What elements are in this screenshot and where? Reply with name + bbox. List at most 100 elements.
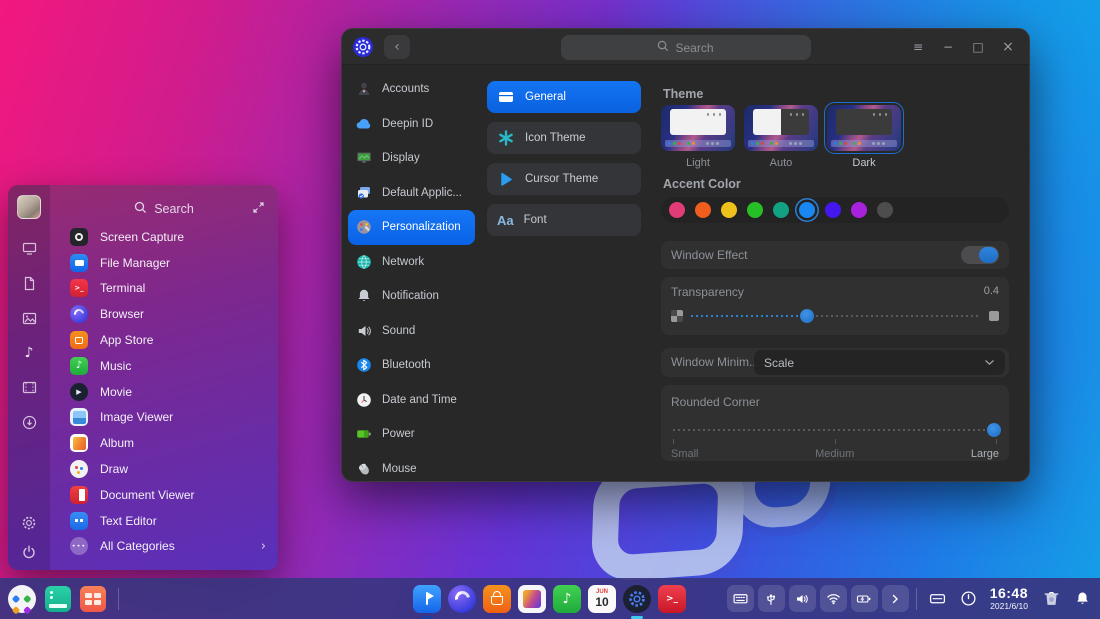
app-row-document-viewer[interactable]: Document Viewer	[50, 482, 278, 508]
keyboard-layout-icon[interactable]	[727, 585, 754, 612]
sidebar-item-display[interactable]: Display	[348, 141, 475, 176]
fullscreen-launcher-button[interactable]	[248, 197, 268, 217]
dock-music[interactable]: ♪	[553, 585, 581, 613]
app-row-image-viewer[interactable]: Image Viewer	[50, 405, 278, 431]
back-button[interactable]: ‹	[384, 35, 410, 59]
default-apps-icon	[355, 184, 373, 202]
clock[interactable]: 16:48 2021/6/10	[990, 586, 1028, 611]
settings-search-placeholder: Search	[675, 41, 713, 55]
dock-control-center[interactable]	[623, 585, 651, 613]
app-row-text-editor[interactable]: Text Editor	[50, 508, 278, 534]
app-row-app-store[interactable]: App Store	[50, 327, 278, 353]
maximize-button[interactable]: □	[963, 35, 993, 59]
shutdown-icon[interactable]	[955, 585, 982, 612]
dock-app-store[interactable]	[483, 585, 511, 613]
rounded-corner-slider-handle[interactable]	[987, 423, 1001, 437]
draw-icon	[70, 460, 88, 478]
sidebar-item-default-applications[interactable]: Default Applic...	[348, 176, 475, 211]
gear-icon	[627, 589, 647, 609]
pictures-icon[interactable]	[22, 311, 37, 326]
app-row-album[interactable]: Album	[50, 430, 278, 456]
rounded-corner-slider[interactable]	[671, 423, 999, 437]
sidebar-item-sound[interactable]: Sound	[348, 314, 475, 349]
theme-option-dark[interactable]	[827, 105, 901, 151]
sidebar-item-network[interactable]: Network	[348, 245, 475, 280]
show-desktop-button[interactable]	[45, 586, 71, 612]
accent-swatch-pink[interactable]	[669, 202, 685, 218]
sidebar-item-deepin-id[interactable]: Deepin ID	[348, 107, 475, 142]
subnav-item-general[interactable]: General	[487, 81, 641, 113]
all-categories-row[interactable]: ••• All Categories ›	[50, 534, 278, 560]
onscreen-keyboard-icon[interactable]	[924, 585, 951, 612]
sidebar-item-accounts[interactable]: Accounts	[348, 72, 475, 107]
music-icon: ♪	[70, 357, 88, 375]
subnav-item-cursor-theme[interactable]: Cursor Theme	[487, 163, 641, 195]
tray-expand-button[interactable]	[882, 585, 909, 612]
dock-terminal[interactable]: >_	[658, 585, 686, 613]
minimize-button[interactable]: −	[933, 35, 963, 59]
desktop-icon[interactable]	[22, 241, 37, 256]
documents-icon[interactable]	[22, 276, 37, 291]
minimize-effect-dropdown[interactable]: Scale	[754, 350, 1005, 375]
music-folder-icon[interactable]: ♪	[25, 346, 34, 360]
app-row-file-manager[interactable]: File Manager	[50, 250, 278, 276]
dock-calendar[interactable]: JUN 10	[588, 585, 616, 613]
app-row-movie[interactable]: ▶Movie	[50, 379, 278, 405]
trash-icon[interactable]	[1038, 585, 1065, 612]
dock-separator	[118, 588, 119, 610]
accent-swatch-gray[interactable]	[877, 202, 893, 218]
user-avatar[interactable]	[17, 195, 41, 219]
dock-browser[interactable]	[448, 585, 476, 613]
multitasking-view-button[interactable]	[80, 586, 106, 612]
search-icon	[134, 201, 147, 217]
sidebar-item-power[interactable]: Power	[348, 417, 475, 452]
notification-bell-icon[interactable]	[1069, 585, 1096, 612]
menu-button[interactable]: ≡	[903, 35, 933, 59]
theme-option-light[interactable]	[661, 105, 735, 151]
accent-swatch-blue-selected[interactable]	[799, 202, 815, 218]
titlebar[interactable]: ‹ Search ≡ − □ ×	[342, 29, 1029, 65]
clock-time: 16:48	[990, 586, 1028, 600]
close-button[interactable]: ×	[993, 35, 1023, 59]
dock-image-viewer[interactable]	[518, 585, 546, 613]
accent-swatch-orange[interactable]	[695, 202, 711, 218]
theme-heading: Theme	[663, 87, 703, 101]
app-row-browser[interactable]: Browser	[50, 301, 278, 327]
usb-device-icon[interactable]	[758, 585, 785, 612]
sidebar-item-mouse[interactable]: Mouse	[348, 452, 475, 483]
general-settings-content: Theme Light Auto Dark Accent Color	[661, 65, 1009, 481]
app-row-screen-capture[interactable]: Screen Capture	[50, 224, 278, 250]
sidebar-item-personalization[interactable]: Personalization	[348, 210, 475, 245]
transparency-slider[interactable]	[691, 309, 981, 323]
power-shortcut-icon[interactable]	[21, 544, 37, 560]
settings-shortcut-icon[interactable]	[21, 515, 37, 531]
launcher-button[interactable]	[8, 585, 36, 613]
sidebar-item-bluetooth[interactable]: Bluetooth	[348, 348, 475, 383]
accent-swatch-teal[interactable]	[773, 202, 789, 218]
transparency-slider-handle[interactable]	[800, 309, 814, 323]
app-row-terminal[interactable]: >_Terminal	[50, 276, 278, 302]
sidebar-item-notification[interactable]: Notification	[348, 279, 475, 314]
control-center-window: ‹ Search ≡ − □ × Accounts Deepin ID Disp…	[341, 28, 1030, 482]
battery-icon[interactable]	[851, 585, 878, 612]
videos-icon[interactable]	[22, 380, 37, 395]
accent-swatch-purple[interactable]	[851, 202, 867, 218]
accent-swatch-indigo[interactable]	[825, 202, 841, 218]
volume-icon[interactable]	[789, 585, 816, 612]
app-row-draw[interactable]: Draw	[50, 456, 278, 482]
launcher-search-input[interactable]: Search	[50, 194, 278, 224]
accent-swatch-yellow[interactable]	[721, 202, 737, 218]
settings-search-input[interactable]: Search	[561, 35, 811, 60]
personalization-subnav: General Icon Theme Cursor Theme Aa Font	[487, 81, 641, 236]
accent-swatch-green[interactable]	[747, 202, 763, 218]
window-effect-toggle[interactable]	[961, 246, 999, 264]
theme-option-auto[interactable]	[744, 105, 818, 151]
dock-file-manager[interactable]	[413, 585, 441, 613]
wifi-icon[interactable]	[820, 585, 847, 612]
subnav-item-icon-theme[interactable]: Icon Theme	[487, 122, 641, 154]
general-icon	[497, 88, 515, 106]
sidebar-item-date-time[interactable]: Date and Time	[348, 383, 475, 418]
app-row-music[interactable]: ♪Music	[50, 353, 278, 379]
subnav-item-font[interactable]: Aa Font	[487, 204, 641, 236]
downloads-icon[interactable]	[22, 415, 37, 430]
